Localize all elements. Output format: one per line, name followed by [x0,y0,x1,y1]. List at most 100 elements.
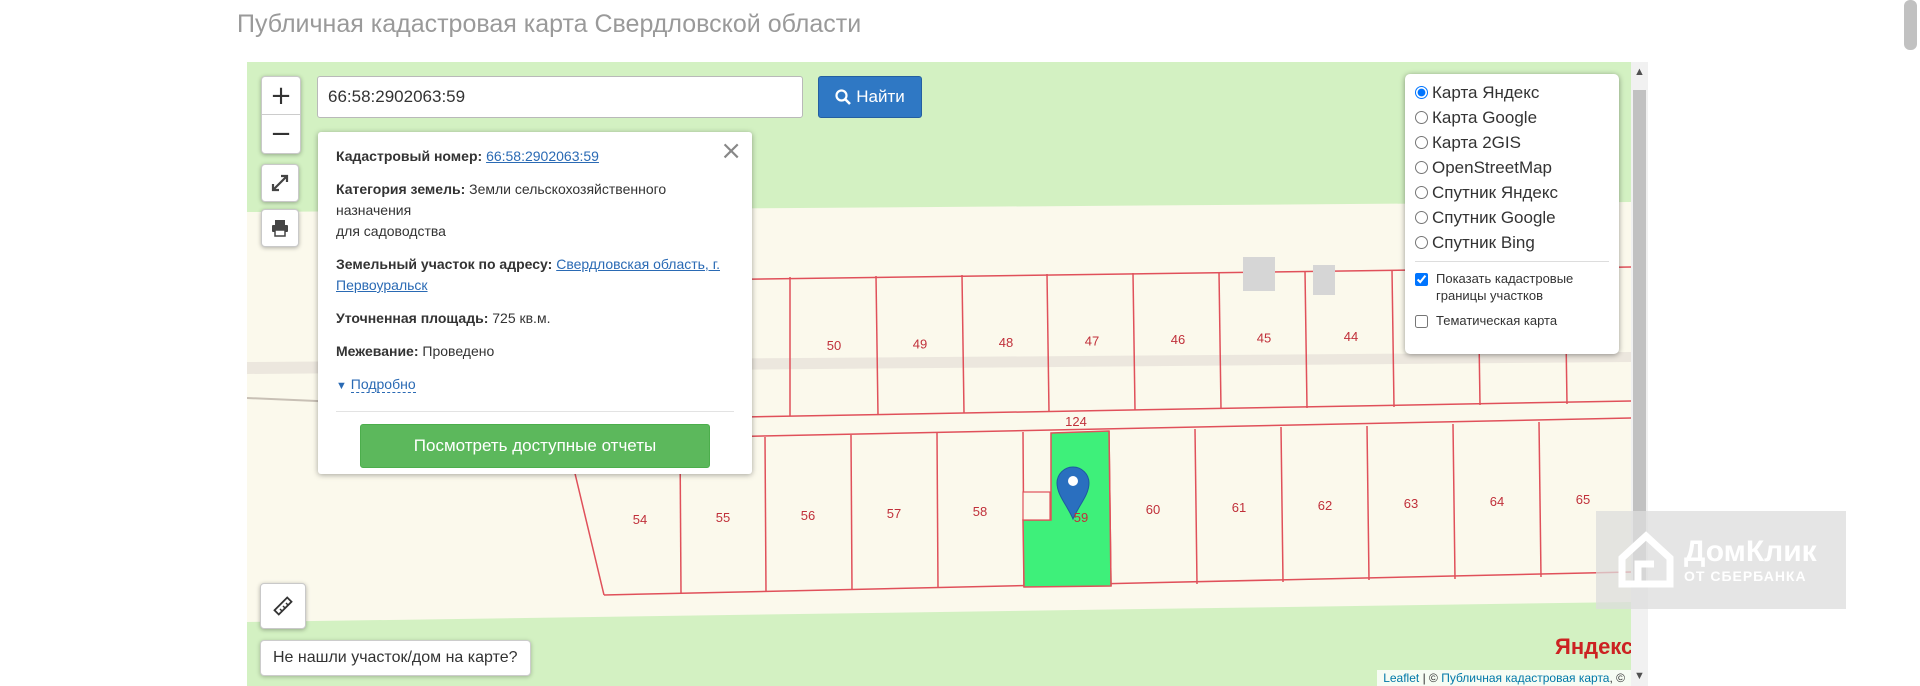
road-number: 124 [1065,414,1087,429]
parcel-number: 55 [716,510,730,525]
survey-value: Проведено [422,343,495,359]
parcel-number: 63 [1404,496,1418,511]
print-button[interactable] [261,209,299,247]
cadastral-label: Кадастровый номер: [336,148,483,164]
page-title: Публичная кадастровая карта Свердловской… [237,10,862,38]
parcel-number: 48 [999,335,1013,350]
layer-option[interactable]: OpenStreetMap [1415,155,1609,180]
show-borders-checkbox[interactable] [1415,273,1428,286]
layer-option-label: Спутник Google [1432,207,1556,227]
parcel-number: 49 [913,337,927,352]
yandex-logo: Яндекс [1555,634,1631,659]
expand-icon [271,174,289,192]
parcel-number: 60 [1146,502,1160,517]
attribution-tail: , © [1609,671,1625,685]
caret-down-icon: ▼ [336,380,347,392]
watermark-sub: ОТ СБЕРБАНКА [1684,568,1807,584]
page-scrollbar[interactable] [1900,0,1920,686]
layer-radio[interactable] [1415,186,1428,199]
thematic-option[interactable]: Тематическая карта [1415,312,1609,329]
address-label: Земельный участок по адресу: [336,256,553,272]
layer-option-label: Спутник Bing [1432,232,1535,252]
thematic-label: Тематическая карта [1436,313,1558,328]
building [1243,257,1275,291]
parcel-number: 58 [973,504,987,519]
divider [1415,261,1609,262]
more-row: ▼ Подробно [336,374,734,397]
ruler-button[interactable] [260,583,306,629]
search-button-label: Найти [856,87,905,106]
layer-option[interactable]: Спутник Яндекс [1415,180,1609,205]
scroll-up-icon[interactable]: ▲ [1631,66,1648,78]
building [1313,265,1335,295]
leaflet-link[interactable]: Leaflet [1383,671,1419,685]
parcel-number: 44 [1344,329,1358,344]
ruler-icon [273,596,293,616]
page-scroll-thumb[interactable] [1904,0,1917,50]
category-label: Категория земель: [336,181,466,197]
parcel-number: 46 [1171,332,1185,347]
survey-row: Межевание: Проведено [336,341,734,362]
parcel-number: 54 [633,512,647,527]
layer-option[interactable]: Карта Google [1415,105,1609,130]
layer-option-label: OpenStreetMap [1432,157,1553,177]
attribution: Leaflet | © Публичная кадастровая карта,… [1377,670,1631,686]
cadastral-row: Кадастровый номер: 66:58:2902063:59 [336,146,734,167]
layer-radio[interactable] [1415,136,1428,149]
thematic-checkbox[interactable] [1415,315,1428,328]
layer-radio[interactable] [1415,111,1428,124]
parcel-number: 64 [1490,494,1504,509]
divider [336,411,734,412]
scroll-down-icon[interactable]: ▼ [1631,670,1648,682]
layer-option[interactable]: Карта 2GIS [1415,130,1609,155]
parcel-number: 45 [1257,331,1271,346]
layer-option-label: Спутник Яндекс [1432,182,1558,202]
attribution-sep: | © [1419,671,1442,685]
zoom-out-button[interactable]: − [262,115,300,152]
house-logo-icon [1618,531,1674,588]
parcel-number: 57 [887,506,901,521]
map[interactable]: 50 49 48 47 46 45 44 124 54 55 56 57 58 60 61 62 63 64 65 5… [247,62,1631,686]
watermark-text: ДомКлик ОТ СБЕРБАНКА [1684,536,1817,585]
layer-switcher: Карта Яндекс Карта Google Карта 2GIS OpenSt… [1405,74,1619,354]
search-icon [835,89,852,105]
cadastral-link[interactable]: 66:58:2902063:59 [486,148,599,164]
survey-label: Межевание: [336,343,419,359]
small-structure [1022,491,1051,521]
parcel-number: 56 [801,508,815,523]
parcel-number: 47 [1085,334,1099,349]
layer-radio[interactable] [1415,86,1428,99]
layer-radio[interactable] [1415,161,1428,174]
layer-option-label: Карта Google [1432,107,1538,127]
show-borders-label: Показать кадастровые границы участков [1436,271,1574,303]
layer-option[interactable]: Спутник Bing [1415,230,1609,255]
source-link[interactable]: Публичная кадастровая карта [1441,671,1609,685]
address-row: Земельный участок по адресу: Свердловска… [336,254,734,296]
area-value: 725 кв.м. [492,310,551,326]
search-input[interactable]: 66:58:2902063:59 [317,76,803,118]
layer-radio[interactable] [1415,211,1428,224]
more-link[interactable]: Подробно [350,376,416,393]
domklik-watermark: ДомКлик ОТ СБЕРБАНКА [1596,511,1846,609]
view-reports-button[interactable]: Посмотреть доступные отчеты [360,424,710,468]
parcel-number: 61 [1232,500,1246,515]
selected-parcel-number: 59 [1074,510,1088,525]
layer-option-label: Карта 2GIS [1432,132,1521,152]
printer-icon [272,220,288,237]
area-label: Уточненная площадь: [336,310,489,326]
layer-option-label: Карта Яндекс [1432,82,1540,102]
not-found-button[interactable]: Не нашли участок/дом на карте? [260,640,531,676]
show-borders-option[interactable]: Показать кадастровые границы участков [1415,270,1609,304]
parcel-number: 62 [1318,498,1332,513]
parcel-popup: × Кадастровый номер: 66:58:2902063:59 Ка… [318,132,752,474]
category-use: для садоводства [336,223,446,239]
layer-option[interactable]: Карта Яндекс [1415,80,1609,105]
category-row: Категория земель: Земли сельскохозяйстве… [336,179,734,242]
layer-option[interactable]: Спутник Google [1415,205,1609,230]
layer-radio[interactable] [1415,236,1428,249]
zoom-in-button[interactable]: + [262,77,300,115]
parcel-number: 50 [827,338,841,353]
search-button[interactable]: Найти [818,76,922,118]
close-icon[interactable]: × [720,136,742,166]
fullscreen-button[interactable] [261,164,299,202]
